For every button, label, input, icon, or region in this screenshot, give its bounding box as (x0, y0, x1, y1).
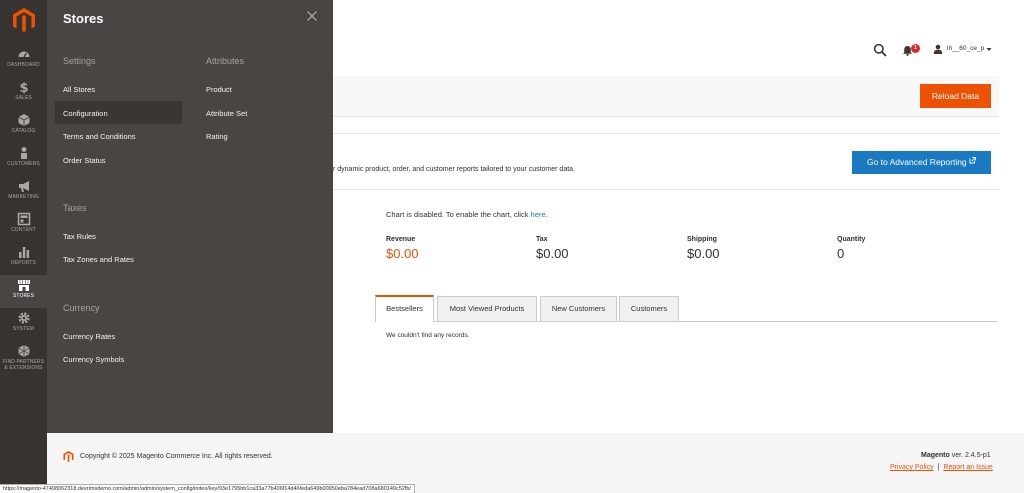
search-icon[interactable] (873, 43, 887, 57)
total-value-shipping: $0.00 (687, 246, 720, 261)
menu-link-attribute-set[interactable]: Attribute Set (206, 109, 247, 118)
nav-label: STORES (12, 293, 35, 299)
menu-link-tax-rules[interactable]: Tax Rules (63, 232, 96, 241)
nav-item-customers[interactable]: CUSTOMERS (0, 143, 47, 176)
nav-item-reports[interactable]: REPORTS (0, 242, 47, 275)
menu-link-currency-rates[interactable]: Currency Rates (63, 332, 115, 341)
tab-new-customers[interactable]: New Customers (540, 296, 617, 321)
nav-label: CATALOG (11, 128, 36, 134)
person-icon (20, 147, 27, 159)
nav-label: SALES (15, 95, 32, 101)
settings-heading: Settings (63, 56, 96, 66)
total-label-quantity: Quantity (837, 236, 866, 243)
chevron-down-icon[interactable] (986, 47, 992, 52)
total-label-revenue: Revenue (386, 236, 416, 243)
advanced-reporting-description: r dynamic product, order, and customer r… (333, 166, 576, 173)
magento-logo-icon[interactable] (12, 7, 36, 33)
currency-heading: Currency (63, 303, 100, 313)
nav-item-system[interactable]: SYSTEM (0, 308, 47, 341)
nav-item-catalog[interactable]: CATALOG (0, 110, 47, 143)
menu-link-currency-symbols[interactable]: Currency Symbols (63, 355, 124, 364)
total-label-shipping: Shipping (687, 236, 717, 243)
menu-link-terms-and-conditions[interactable]: Terms and Conditions (63, 132, 136, 141)
close-icon[interactable] (305, 9, 319, 23)
user-icon[interactable] (933, 44, 943, 54)
footer-separator: | (937, 464, 940, 471)
reload-band (333, 76, 999, 117)
bar-chart-icon (18, 247, 29, 258)
chart-disabled-note: Chart is disabled. To enable the chart, … (386, 210, 548, 219)
version-text: Magento ver. 2.4.5-p1 (921, 452, 991, 459)
stores-menu-panel: Stores Settings All Stores Configuration… (47, 0, 333, 433)
total-value-revenue: $0.00 (386, 246, 419, 261)
storefront-icon (17, 280, 30, 291)
nav-label: MARKETING (8, 194, 39, 200)
menu-link-order-status[interactable]: Order Status (63, 156, 106, 165)
gear-icon (17, 312, 30, 324)
status-url-bar: https://magento-47498062318.devrimsdemo.… (0, 484, 415, 493)
total-label-tax: Tax (536, 236, 548, 243)
svg-text:$: $ (19, 81, 28, 94)
taxes-heading: Taxes (63, 203, 87, 213)
dollar-icon: $ (19, 81, 28, 94)
report-issue-link[interactable]: Report an Issue (943, 464, 992, 471)
external-link-icon (969, 157, 976, 164)
attributes-heading: Attributes (206, 56, 245, 66)
notification-badge: 1 (911, 44, 920, 53)
menu-link-tax-zones-and-rates[interactable]: Tax Zones and Rates (63, 255, 134, 264)
tabs-baseline (375, 321, 998, 322)
copyright-text: Copyright © 2025 Magento Commerce Inc. A… (80, 453, 273, 460)
empty-records-message: We couldn't find any records. (386, 332, 470, 339)
menu-link-all-stores[interactable]: All Stores (63, 85, 95, 94)
magento-footer-logo-icon (63, 451, 74, 462)
tab-customers[interactable]: Customers (619, 296, 679, 321)
boxes-icon (17, 345, 30, 357)
nav-label: DASHBOARD (7, 62, 40, 68)
nav-item-marketing[interactable]: MARKETING (0, 176, 47, 209)
megaphone-icon (18, 181, 29, 192)
brand-name: Magento (921, 452, 950, 459)
nav-item-content[interactable]: CONTENT (0, 209, 47, 242)
nav-label: & EXTENSIONS (4, 365, 43, 371)
nav-item-find-partners[interactable]: FIND PARTNERS & EXTENSIONS (0, 341, 47, 381)
nav-item-dashboard[interactable]: DASHBOARD (0, 44, 47, 77)
nav-label: CONTENT (11, 227, 36, 233)
total-value-tax: $0.00 (536, 246, 569, 261)
button-label: Go to Advanced Reporting (866, 157, 967, 167)
user-menu-name[interactable]: lh__60_ce_p (947, 45, 984, 52)
menu-link-rating[interactable]: Rating (206, 132, 228, 141)
version-number: ver. 2.4.5-p1 (949, 452, 991, 459)
panel-title: Stores (63, 11, 104, 26)
nav-label: SYSTEM (12, 326, 35, 332)
nav-item-stores[interactable]: STORES (0, 275, 47, 308)
tab-bestsellers[interactable]: Bestsellers (375, 295, 434, 322)
note-suffix: . (545, 210, 548, 219)
admin-sidebar: DASHBOARD $ SALES CATALOG CUSTOMERS MARK… (0, 0, 47, 493)
total-value-quantity: 0 (837, 246, 845, 261)
nav-label: REPORTS (11, 260, 36, 266)
nav-item-sales[interactable]: $ SALES (0, 77, 47, 110)
layout-icon (17, 212, 30, 226)
speedometer-icon (18, 51, 29, 58)
reload-data-button[interactable]: Reload Data (920, 84, 991, 108)
privacy-policy-link[interactable]: Privacy Policy (890, 464, 934, 471)
go-to-advanced-reporting-button[interactable]: Go to Advanced Reporting (852, 151, 991, 174)
note-text: Chart is disabled. To enable the chart, … (386, 210, 531, 219)
menu-link-configuration[interactable]: Configuration (63, 109, 108, 118)
menu-link-product[interactable]: Product (206, 85, 232, 94)
nav-label: CUSTOMERS (7, 161, 40, 167)
enable-chart-link[interactable]: here (531, 210, 546, 219)
tab-most-viewed-products[interactable]: Most Viewed Products (437, 296, 537, 321)
footer-links: Privacy Policy | Report an Issue (890, 464, 993, 471)
cube-icon (17, 114, 30, 126)
